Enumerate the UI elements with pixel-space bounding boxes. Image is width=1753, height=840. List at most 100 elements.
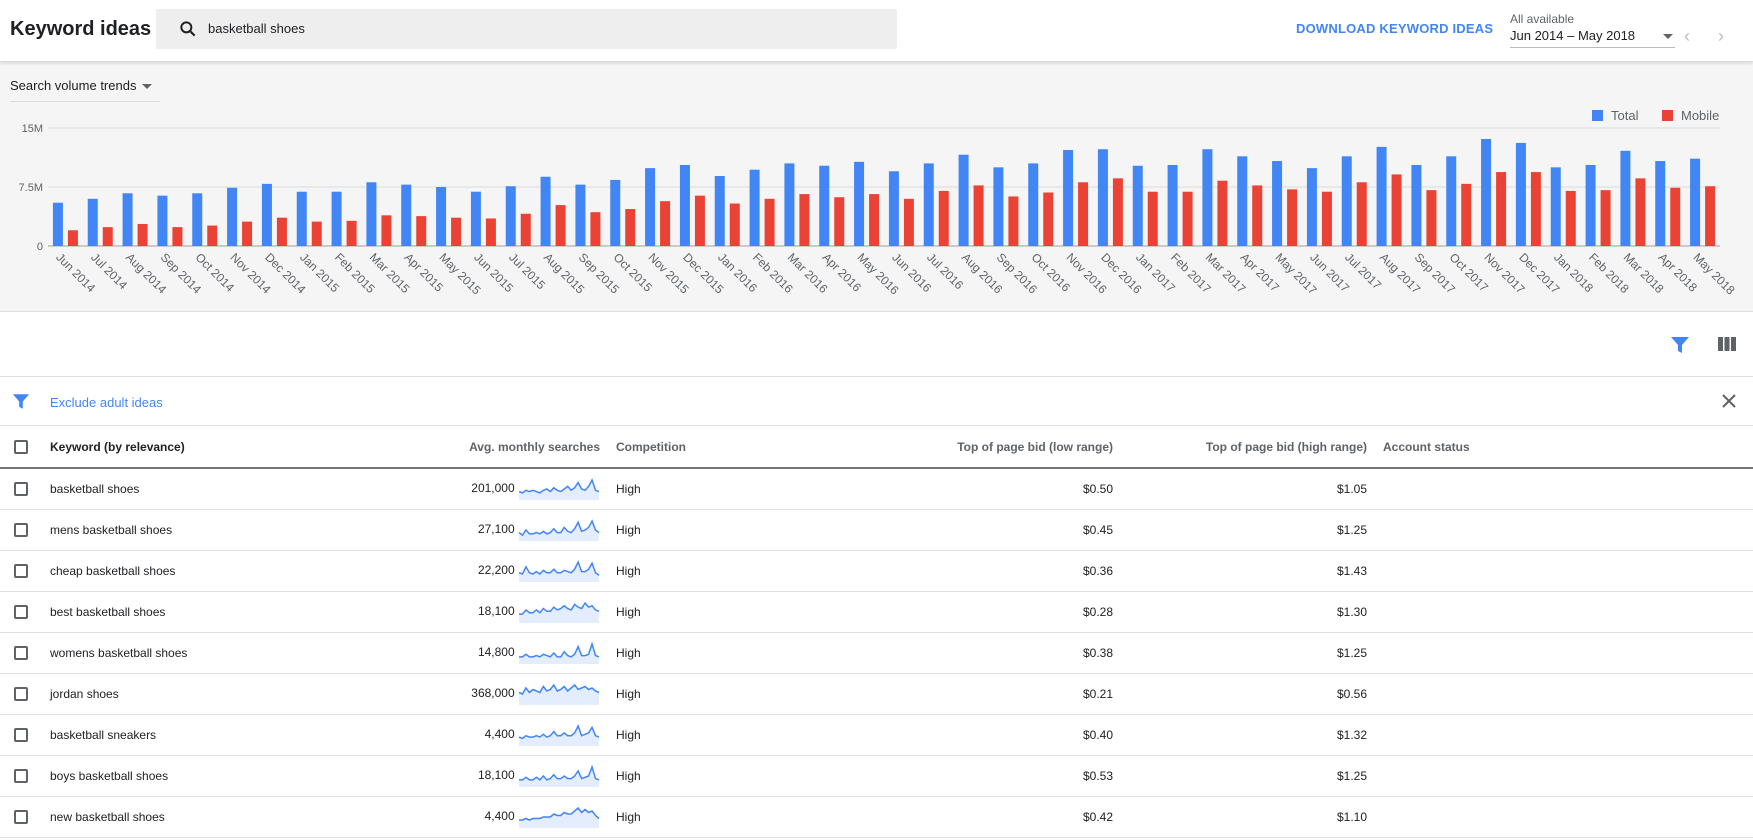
bar-total bbox=[505, 186, 516, 246]
bar-mobile bbox=[1496, 172, 1507, 246]
bar-total bbox=[1446, 156, 1457, 246]
bar-total bbox=[1620, 150, 1631, 246]
bid-low-cell: $0.21 bbox=[706, 673, 1113, 715]
searches-value: 4,400 bbox=[484, 726, 515, 741]
row-checkbox-cell bbox=[0, 509, 50, 551]
bar-mobile bbox=[1182, 191, 1193, 246]
searches-value: 4,400 bbox=[484, 808, 515, 823]
header-account-status[interactable]: Account status bbox=[1367, 427, 1753, 469]
sparkline bbox=[518, 477, 600, 500]
sparkline bbox=[518, 559, 600, 582]
keyword-cell: best basketball shoes bbox=[50, 591, 340, 633]
bar-mobile bbox=[590, 212, 601, 246]
bid-low-cell: $0.28 bbox=[706, 591, 1113, 633]
bid-high-cell: $1.43 bbox=[1113, 550, 1367, 592]
bar-total bbox=[540, 176, 551, 246]
account-status-cell bbox=[1367, 632, 1753, 674]
row-checkbox[interactable] bbox=[14, 809, 28, 824]
table-row[interactable]: best basketball shoes 18,100 High $0.28 $1.… bbox=[0, 591, 1753, 633]
searches-cell: 4,400 bbox=[340, 714, 606, 756]
bar-total bbox=[192, 193, 203, 246]
table-row[interactable]: basketball shoes 201,000 High $0.50 $1.05 bbox=[0, 468, 1753, 510]
bar-mobile bbox=[1600, 190, 1611, 246]
table-row[interactable]: boys basketball shoes 18,100 High $0.53 $1.… bbox=[0, 755, 1753, 797]
bar-total bbox=[819, 165, 830, 246]
date-range-dropdown[interactable]: Jun 2014 – May 2018 bbox=[1510, 28, 1675, 48]
select-all-cell bbox=[0, 427, 50, 469]
page-title: Keyword ideas bbox=[10, 18, 152, 40]
row-checkbox[interactable] bbox=[14, 686, 28, 701]
table-row[interactable]: womens basketball shoes 14,800 High $0.38 $… bbox=[0, 632, 1753, 674]
header-competition[interactable]: Competition bbox=[606, 427, 706, 469]
header-bid-low[interactable]: Top of page bid (low range) bbox=[706, 427, 1113, 469]
keyword-cell: cheap basketball shoes bbox=[50, 550, 340, 592]
searches-cell: 22,200 bbox=[340, 550, 606, 592]
searches-value: 22,200 bbox=[477, 562, 515, 577]
bar-mobile bbox=[660, 201, 671, 246]
bid-high-cell: $1.30 bbox=[1113, 591, 1367, 633]
bar-mobile bbox=[903, 198, 914, 246]
bar-mobile bbox=[834, 197, 845, 246]
search-value[interactable]: basketball shoes bbox=[208, 21, 305, 36]
header-keyword[interactable]: Keyword (by relevance) bbox=[50, 427, 340, 469]
close-icon[interactable] bbox=[1720, 392, 1738, 410]
table-row[interactable]: cheap basketball shoes 22,200 High $0.36 $1… bbox=[0, 550, 1753, 592]
bar-total bbox=[261, 183, 272, 246]
bar-total bbox=[1550, 167, 1561, 246]
bid-low-cell: $0.38 bbox=[706, 632, 1113, 674]
bar-mobile bbox=[764, 198, 775, 246]
y-tick-label: 15M bbox=[22, 123, 43, 135]
select-all-checkbox[interactable] bbox=[14, 440, 28, 455]
row-checkbox[interactable] bbox=[14, 604, 28, 619]
keyword-cell: jordan shoes bbox=[50, 673, 340, 715]
bar-total bbox=[401, 184, 412, 246]
bar-total bbox=[645, 168, 656, 246]
bar-total bbox=[1132, 165, 1143, 246]
table-row[interactable]: jordan shoes 368,000 High $0.21 $0.56 bbox=[0, 673, 1753, 715]
row-checkbox-cell bbox=[0, 673, 50, 715]
row-checkbox[interactable] bbox=[14, 645, 28, 660]
bid-high-cell: $1.32 bbox=[1113, 714, 1367, 756]
competition-cell: High bbox=[606, 509, 706, 551]
sparkline bbox=[519, 806, 600, 828]
chevron-right-icon[interactable]: › bbox=[1718, 26, 1724, 47]
chevron-left-icon[interactable]: ‹ bbox=[1684, 26, 1690, 47]
exclude-adult-ideas-filter[interactable]: Exclude adult ideas bbox=[50, 395, 163, 410]
filter-icon[interactable] bbox=[1670, 336, 1690, 354]
date-range-label: All available bbox=[1510, 12, 1575, 26]
row-checkbox[interactable] bbox=[14, 522, 28, 537]
filter-icon bbox=[12, 394, 30, 409]
bar-total bbox=[679, 164, 690, 246]
table-row[interactable]: basketball sneakers 4,400 High $0.40 $1.32 bbox=[0, 714, 1753, 756]
bar-mobile bbox=[520, 213, 531, 246]
bar-total bbox=[52, 202, 63, 246]
account-status-cell bbox=[1367, 796, 1753, 838]
row-checkbox-cell bbox=[0, 468, 50, 510]
row-checkbox[interactable] bbox=[14, 768, 28, 783]
bar-mobile bbox=[1670, 187, 1681, 246]
bar-mobile bbox=[137, 223, 148, 246]
bar-total bbox=[1376, 146, 1387, 246]
table-row[interactable]: mens basketball shoes 27,100 High $0.45 $1.… bbox=[0, 509, 1753, 551]
search-input[interactable]: basketball shoes bbox=[156, 9, 897, 49]
row-checkbox-cell bbox=[0, 796, 50, 838]
columns-icon[interactable] bbox=[1718, 337, 1736, 351]
bid-low-cell: $0.40 bbox=[706, 714, 1113, 756]
header-bid-high[interactable]: Top of page bid (high range) bbox=[1113, 427, 1367, 469]
table-toolbar bbox=[0, 312, 1753, 377]
searches-cell: 368,000 bbox=[340, 673, 606, 715]
row-checkbox[interactable] bbox=[14, 727, 28, 742]
download-keyword-ideas-button[interactable]: DOWNLOAD KEYWORD IDEAS bbox=[1296, 21, 1493, 36]
bar-mobile bbox=[1426, 190, 1437, 246]
bar-total bbox=[1167, 164, 1178, 246]
y-tick-label: 7.5M bbox=[19, 182, 43, 194]
searches-value: 201,000 bbox=[471, 480, 515, 495]
header-avg-monthly-searches[interactable]: Avg. monthly searches bbox=[340, 427, 606, 469]
row-checkbox[interactable] bbox=[14, 563, 28, 578]
sparkline bbox=[519, 641, 600, 664]
account-status-cell bbox=[1367, 591, 1753, 633]
row-checkbox[interactable] bbox=[14, 482, 28, 497]
bar-total bbox=[1481, 139, 1492, 246]
bar-total bbox=[470, 191, 481, 246]
table-row[interactable]: new basketball shoes 4,400 High $0.42 $1.10 bbox=[0, 796, 1753, 838]
